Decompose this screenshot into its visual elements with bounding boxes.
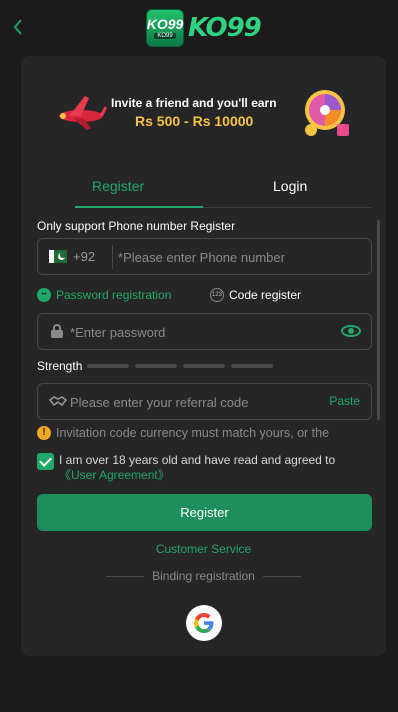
password-placeholder: Enter password xyxy=(75,325,166,340)
handshake-icon xyxy=(49,396,67,407)
google-login-button[interactable] xyxy=(186,605,222,641)
strength-bar-segment xyxy=(135,364,177,368)
prize-wheel-icon xyxy=(305,90,349,136)
strength-label: Strength xyxy=(37,359,83,373)
referral-input[interactable]: Please enter your referral code xyxy=(70,394,248,412)
user-agreement-link[interactable]: 《User Agreement》 xyxy=(59,468,170,482)
phone-field[interactable]: +92 *Please enter Phone number xyxy=(37,238,372,275)
back-button[interactable] xyxy=(12,14,34,40)
binding-registration-divider: Binding registration xyxy=(106,569,301,583)
tab-register[interactable]: Register xyxy=(92,176,144,208)
phone-placeholder: Please enter Phone number xyxy=(123,250,285,265)
paste-button[interactable]: Paste xyxy=(329,394,360,408)
pakistan-flag-icon[interactable] xyxy=(49,250,67,263)
top-bar: KO99 KO99 KO99 xyxy=(0,0,398,56)
agreement-statement: I am over 18 years old and have read and… xyxy=(59,453,336,467)
logo-wordmark: KO99 xyxy=(188,13,262,43)
show-password-eye-icon[interactable] xyxy=(341,325,361,337)
currency-notice-text: Invitation code currency must match your… xyxy=(56,426,330,440)
password-registration-label: Password registration xyxy=(56,288,172,302)
strength-bar-segment xyxy=(183,364,225,368)
field-divider xyxy=(112,245,113,269)
active-tab-indicator xyxy=(75,206,203,208)
strength-bar-segment xyxy=(231,364,273,368)
country-code[interactable]: +92 xyxy=(73,249,95,264)
agreement-text: I am over 18 years old and have read and… xyxy=(59,453,369,483)
banner-headline: Invite a friend and you'll earn xyxy=(111,96,277,110)
brand-logo: KO99 KO99 KO99 xyxy=(146,8,262,48)
numeric-code-icon: 123 xyxy=(210,288,224,302)
divider-line xyxy=(263,576,301,577)
code-register-option[interactable]: 123 Code register xyxy=(210,287,301,303)
banner-amount: Rs 500 - Rs 10000 xyxy=(135,113,254,129)
google-icon xyxy=(194,613,214,633)
phone-only-notice: Only support Phone number Register xyxy=(37,219,236,233)
logo-badge-text: KO99 xyxy=(146,16,184,32)
auth-tabs: Register Login xyxy=(75,172,371,208)
form-scrollbar[interactable] xyxy=(377,220,380,420)
referral-placeholder: Please enter your referral code xyxy=(70,395,249,410)
logo-badge-subtext: KO99 xyxy=(154,33,176,39)
currency-notice: ! Invitation code currency must match yo… xyxy=(37,424,329,442)
phone-input[interactable]: *Please enter Phone number xyxy=(118,249,285,267)
register-button[interactable]: Register xyxy=(37,494,372,531)
chevron-left-icon xyxy=(13,19,22,35)
strength-bar-segment xyxy=(87,364,129,368)
password-input[interactable]: *Enter password xyxy=(70,324,165,342)
invite-banner[interactable]: Invite a friend and you'll earn Rs 500 -… xyxy=(55,86,351,138)
logo-badge: KO99 KO99 xyxy=(146,9,184,47)
referral-field[interactable]: Please enter your referral code Paste xyxy=(37,383,372,420)
code-register-label: Code register xyxy=(229,288,302,302)
password-registration-option[interactable]: •• Password registration xyxy=(37,287,171,303)
lock-icon xyxy=(51,324,63,338)
agreement-checkbox[interactable] xyxy=(37,453,54,470)
customer-service-link[interactable]: Customer Service xyxy=(21,542,386,556)
warning-icon: ! xyxy=(37,426,51,440)
airplane-icon xyxy=(59,96,107,130)
password-dots-icon: •• xyxy=(37,288,51,302)
tab-login[interactable]: Login xyxy=(273,176,307,208)
password-field[interactable]: *Enter password xyxy=(37,313,372,350)
register-panel: Invite a friend and you'll earn Rs 500 -… xyxy=(21,56,386,656)
